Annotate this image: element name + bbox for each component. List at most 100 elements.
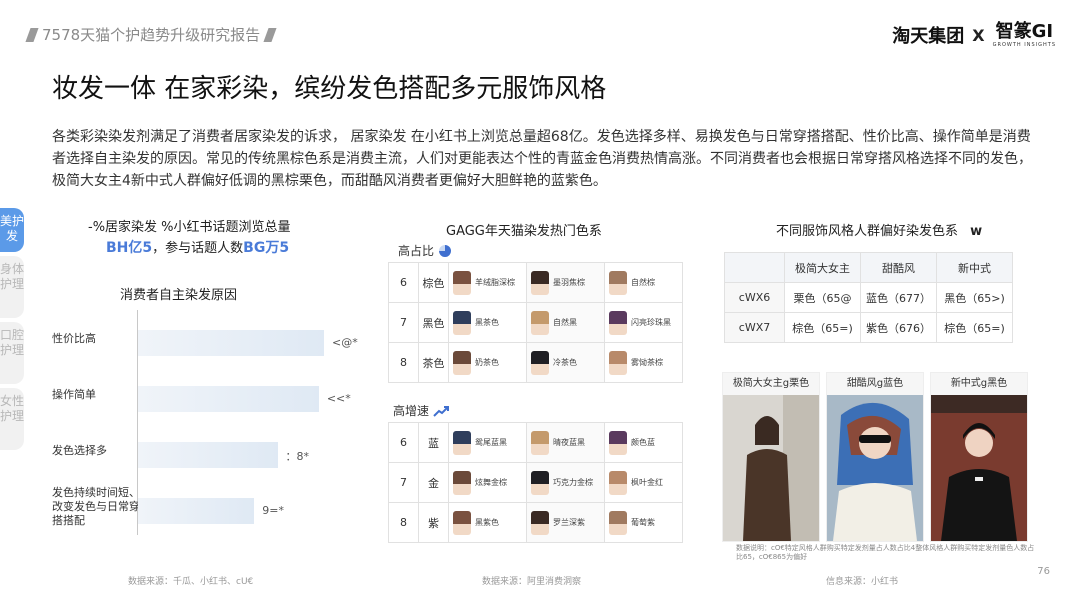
shade-cell: 罗兰深紫 (526, 502, 605, 543)
shade-name: 鸳尾蓝黑 (475, 437, 507, 447)
section3-title-icon: w (970, 224, 983, 239)
style-color-table: 极简大女主 甜酷风 新中式 cWX6 栗色（65@ 蓝色（677） 黑色（65>) cWX7 棕… (724, 252, 1013, 343)
rank-cell: 7 (388, 302, 419, 343)
table-header-row: 极简大女主 甜酷风 新中式 (724, 252, 1013, 283)
sidebar-tab-hair[interactable]: 美护发 (0, 208, 24, 252)
shade-thumbnail (453, 310, 471, 335)
shade-name: 巧克力金棕 (553, 477, 593, 487)
shade-name: 罗兰深紫 (553, 517, 585, 527)
high-share-table: 6 棕色 羊绒脂深棕 墨羽焦棕 自然棕 7 黑色 黑茶色 自然黑 闪亮珍珠黑 8 茶色 奶茶色 冷茶色 雾恸… (388, 262, 683, 383)
photo-minimal: 极简大女主g栗色 (722, 372, 820, 542)
sidebar-tab-female[interactable]: 女性护理 (0, 388, 24, 450)
sidebar-tab-body[interactable]: 身体护理 (0, 256, 24, 318)
shade-name: 墨羽焦棕 (553, 277, 585, 287)
photo-sweet-cool: 甜酷风g蓝色 (826, 372, 924, 542)
chart-title: 消费者自主染发原因 (120, 288, 238, 303)
photo-caption: 极简大女主g栗色 (732, 378, 810, 389)
shade-cell: 闪亮珍珠黑 (604, 302, 683, 343)
shade-thumbnail (609, 470, 627, 495)
shade-name: 葡萄紫 (631, 517, 655, 527)
shade-cell: 鸳尾蓝黑 (448, 422, 527, 463)
brand-x: X (972, 25, 985, 45)
section2-title: GAGG年天猫染发热门色系 (446, 224, 602, 239)
shade-cell: 晴夜蓝黑 (526, 422, 605, 463)
table-cell: 黑色（65>) (936, 282, 1013, 313)
views-total: BH亿5 (106, 240, 153, 256)
shade-cell: 葡萄紫 (604, 502, 683, 543)
bar-value-label: ：8* (285, 450, 310, 463)
brand-left: 淘天集团 (892, 26, 965, 47)
bar-category-label: 发色持续时间短、改变发色与日常穿搭搭配 (52, 486, 140, 527)
page-title: 妆发一体 在家彩染，缤纷发色搭配多元服饰风格 (52, 74, 607, 104)
high-growth-tag: 高增速 (393, 402, 450, 419)
section1-source: 数据来源：千瓜、小红书、cU€ (128, 577, 254, 587)
shade-cell: 冷茶色 (526, 342, 605, 383)
shade-name: 炫舞金棕 (475, 477, 507, 487)
shade-cell: 黑茶色 (448, 302, 527, 343)
rank-cell: 6 (388, 262, 419, 303)
bar-value-label: 9=* (262, 504, 284, 517)
bar (138, 386, 319, 412)
shade-thumbnail (609, 510, 627, 535)
section3-title-text: 不同服饰风格人群偏好染发色系 (776, 224, 959, 239)
color-family-cell: 茶色 (418, 342, 449, 383)
column-header: 极简大女主 (784, 252, 861, 283)
shade-name: 枫叶金红 (631, 477, 663, 487)
bar-category-label: 性价比高 (52, 332, 96, 345)
column-header: 甜酷风 (860, 252, 937, 283)
shade-name: 晴夜蓝黑 (553, 437, 585, 447)
table-row: cWX7 棕色（65=) 紫色（676） 棕色（65=) (724, 312, 1013, 343)
table-cell: 栗色（65@ (784, 282, 861, 313)
portrait-sweet-cool-image (827, 395, 923, 541)
shade-cell: 颇色蓝 (604, 422, 683, 463)
trend-up-icon (433, 405, 450, 417)
high-growth-label: 高增速 (393, 404, 430, 418)
shade-thumbnail (453, 350, 471, 375)
pie-icon (439, 244, 452, 257)
report-header: 7578天猫个护趋势升级研究报告 (25, 24, 277, 45)
shade-name: 奶茶色 (475, 357, 499, 367)
shade-name: 冷茶色 (553, 357, 577, 367)
shade-thumbnail (609, 310, 627, 335)
header-slash-icon (263, 27, 277, 42)
color-family-cell: 蓝 (418, 422, 449, 463)
table-row: 7 黑色 黑茶色 自然黑 闪亮珍珠黑 (388, 302, 683, 343)
shade-name: 黑紫色 (475, 517, 499, 527)
bar-category-label: 操作简单 (52, 388, 96, 401)
bar-category-label: 发色选择多 (52, 444, 107, 457)
shade-name: 羊绒脂深棕 (475, 277, 515, 287)
brand-right-block: 智篆GI GROWTH INSIGHTS (993, 22, 1056, 48)
table-cell: 紫色（676） (860, 312, 937, 343)
shade-name: 颇色蓝 (631, 437, 655, 447)
bar-value-label: <<* (326, 392, 351, 405)
shade-thumbnail (453, 270, 471, 295)
shade-cell: 羊绒脂深棕 (448, 262, 527, 303)
color-family-cell: 棕色 (418, 262, 449, 303)
shade-cell: 奶茶色 (448, 342, 527, 383)
shade-cell: 炫舞金棕 (448, 462, 527, 503)
shade-thumbnail (453, 510, 471, 535)
shade-name: 自然棕 (631, 277, 655, 287)
high-share-label: 高占比 (398, 244, 435, 258)
sidebar-tabs: 美护发 身体护理 口腔护理 女性护理 (0, 208, 28, 454)
reasons-bar-chart: 性价比高 <@* 操作简单 <<* 发色选择多 ：8* 发色持续时间短、改变发色与日常穿搭搭… (40, 310, 380, 535)
table-row: 8 茶色 奶茶色 冷茶色 雾恸茶棕 (388, 342, 683, 383)
portrait-new-chinese-image (931, 395, 1027, 541)
photo-new-chinese: 新中式g黑色 (930, 372, 1028, 542)
photo-caption: 甜酷风g蓝色 (846, 378, 904, 389)
row-header: cWX6 (724, 282, 785, 313)
shade-cell: 枫叶金红 (604, 462, 683, 503)
data-note: 数据说明：cO€特定风格人群购买特定发剂量占人数占比4整体风格人群购买特定发剂量… (736, 544, 1035, 561)
bar (138, 498, 255, 524)
shade-thumbnail (531, 350, 549, 375)
section1-line1: -%居家染发 %小红书话题浏览总量 (88, 220, 291, 235)
shade-thumbnail (531, 470, 549, 495)
portrait-minimal-image (723, 395, 819, 541)
section3-source: 信息来源：小红书 (826, 577, 899, 587)
section1-line2-mid: ，参与话题人数 (152, 241, 244, 256)
shade-cell: 自然黑 (526, 302, 605, 343)
section1-headline: -%居家染发 %小红书话题浏览总量 BH亿5，参与话题人数BG万5 (88, 216, 318, 257)
sidebar-tab-oral[interactable]: 口腔护理 (0, 322, 24, 384)
shade-thumbnail (609, 270, 627, 295)
table-row: 6 棕色 羊绒脂深棕 墨羽焦棕 自然棕 (388, 262, 683, 303)
